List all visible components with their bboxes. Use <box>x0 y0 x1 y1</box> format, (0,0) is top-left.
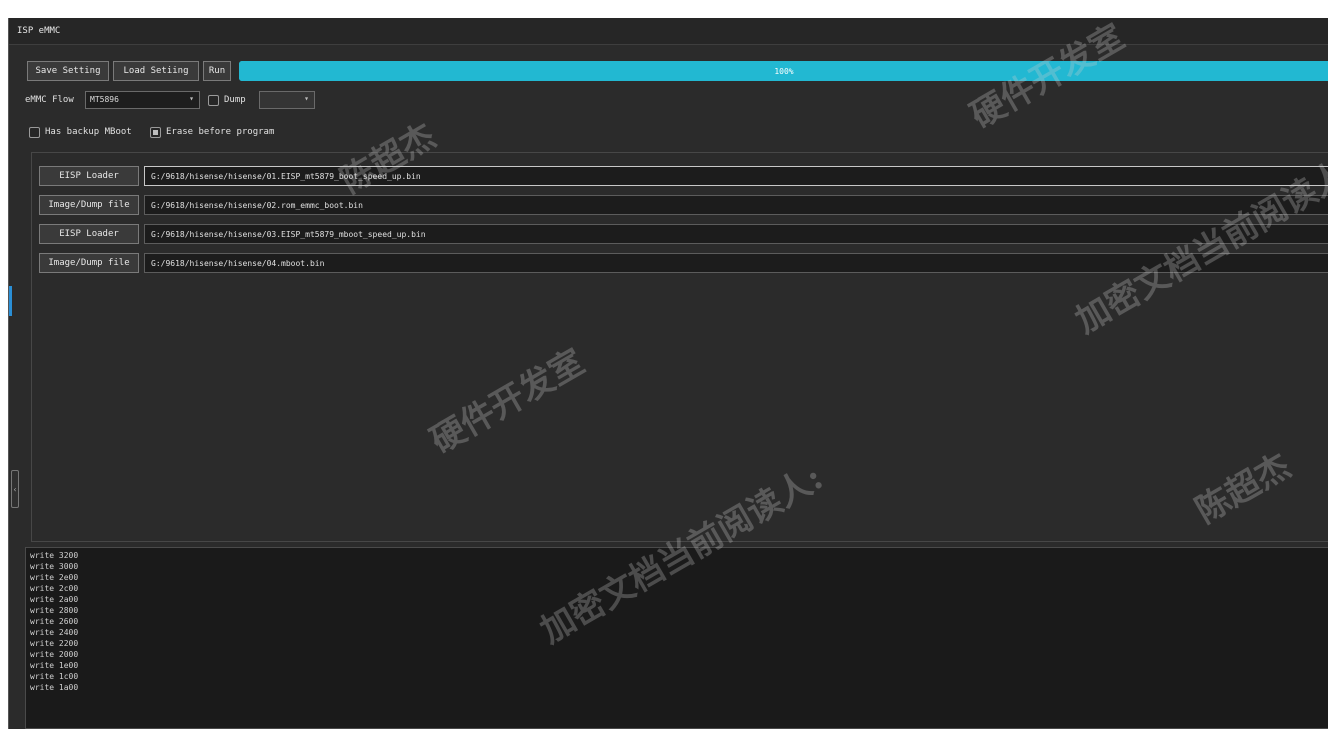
image-dump-file-button-2[interactable]: Image/Dump file <box>39 253 139 273</box>
run-button[interactable]: Run <box>203 61 231 81</box>
isp-emmc-window: ISP eMMC Save Setting Load Setiing Run 1… <box>8 18 1328 729</box>
file-path-field-2[interactable]: G:/9618/hisense/hisense/02.rom_emmc_boot… <box>144 195 1328 215</box>
log-line: write 2800 <box>30 606 79 615</box>
log-line: write 2200 <box>30 639 79 648</box>
dump-label: Dump <box>224 95 246 105</box>
file-path-field-3[interactable]: G:/9618/hisense/hisense/03.EISP_mt5879_m… <box>144 224 1328 244</box>
dump-checkbox[interactable] <box>208 95 219 106</box>
chevron-down-icon: ▾ <box>189 94 194 103</box>
title-bar: ISP eMMC <box>9 18 1328 45</box>
log-line: write 3200 <box>30 551 79 560</box>
emmc-flow-value: MT5896 <box>90 95 119 104</box>
progress-bar: 100% <box>239 61 1328 81</box>
erase-before-program-checkbox[interactable] <box>150 127 161 138</box>
image-dump-file-button-1[interactable]: Image/Dump file <box>39 195 139 215</box>
load-setting-button[interactable]: Load Setiing <box>113 61 199 81</box>
log-line: write 3000 <box>30 562 79 571</box>
log-line: write 2c00 <box>30 584 79 593</box>
file-path-field-1[interactable]: G:/9618/hisense/hisense/01.EISP_mt5879_b… <box>144 166 1328 186</box>
has-backup-mboot-checkbox[interactable] <box>29 127 40 138</box>
emmc-flow-select[interactable]: MT5896 ▾ <box>85 91 200 109</box>
log-line: write 2a00 <box>30 595 79 604</box>
erase-before-program-label: Erase before program <box>166 127 275 137</box>
dump-select[interactable]: ▾ <box>259 91 315 109</box>
progress-text: 100% <box>774 67 794 76</box>
log-line: write 2000 <box>30 650 79 659</box>
eisp-loader-button-1[interactable]: EISP Loader <box>39 166 139 186</box>
has-backup-mboot-label: Has backup MBoot <box>45 127 132 137</box>
eisp-loader-button-2[interactable]: EISP Loader <box>39 224 139 244</box>
log-line: write 2e00 <box>30 573 79 582</box>
log-line: write 2400 <box>30 628 79 637</box>
chevron-left-icon[interactable]: ‹ <box>11 470 19 508</box>
chevron-down-icon: ▾ <box>304 94 309 103</box>
log-line: write 2600 <box>30 617 79 626</box>
emmc-flow-label: eMMC Flow <box>25 95 74 105</box>
log-line: write 1a00 <box>30 683 79 692</box>
log-line: write 1c00 <box>30 672 79 681</box>
side-accent-bar <box>9 286 12 316</box>
log-output[interactable]: write 3200 write 3000 write 2e00 write 2… <box>25 547 1328 729</box>
file-path-field-4[interactable]: G:/9618/hisense/hisense/04.mboot.bin <box>144 253 1328 273</box>
save-setting-button[interactable]: Save Setting <box>27 61 109 81</box>
log-line: write 1e00 <box>30 661 79 670</box>
window-title: ISP eMMC <box>17 26 61 36</box>
